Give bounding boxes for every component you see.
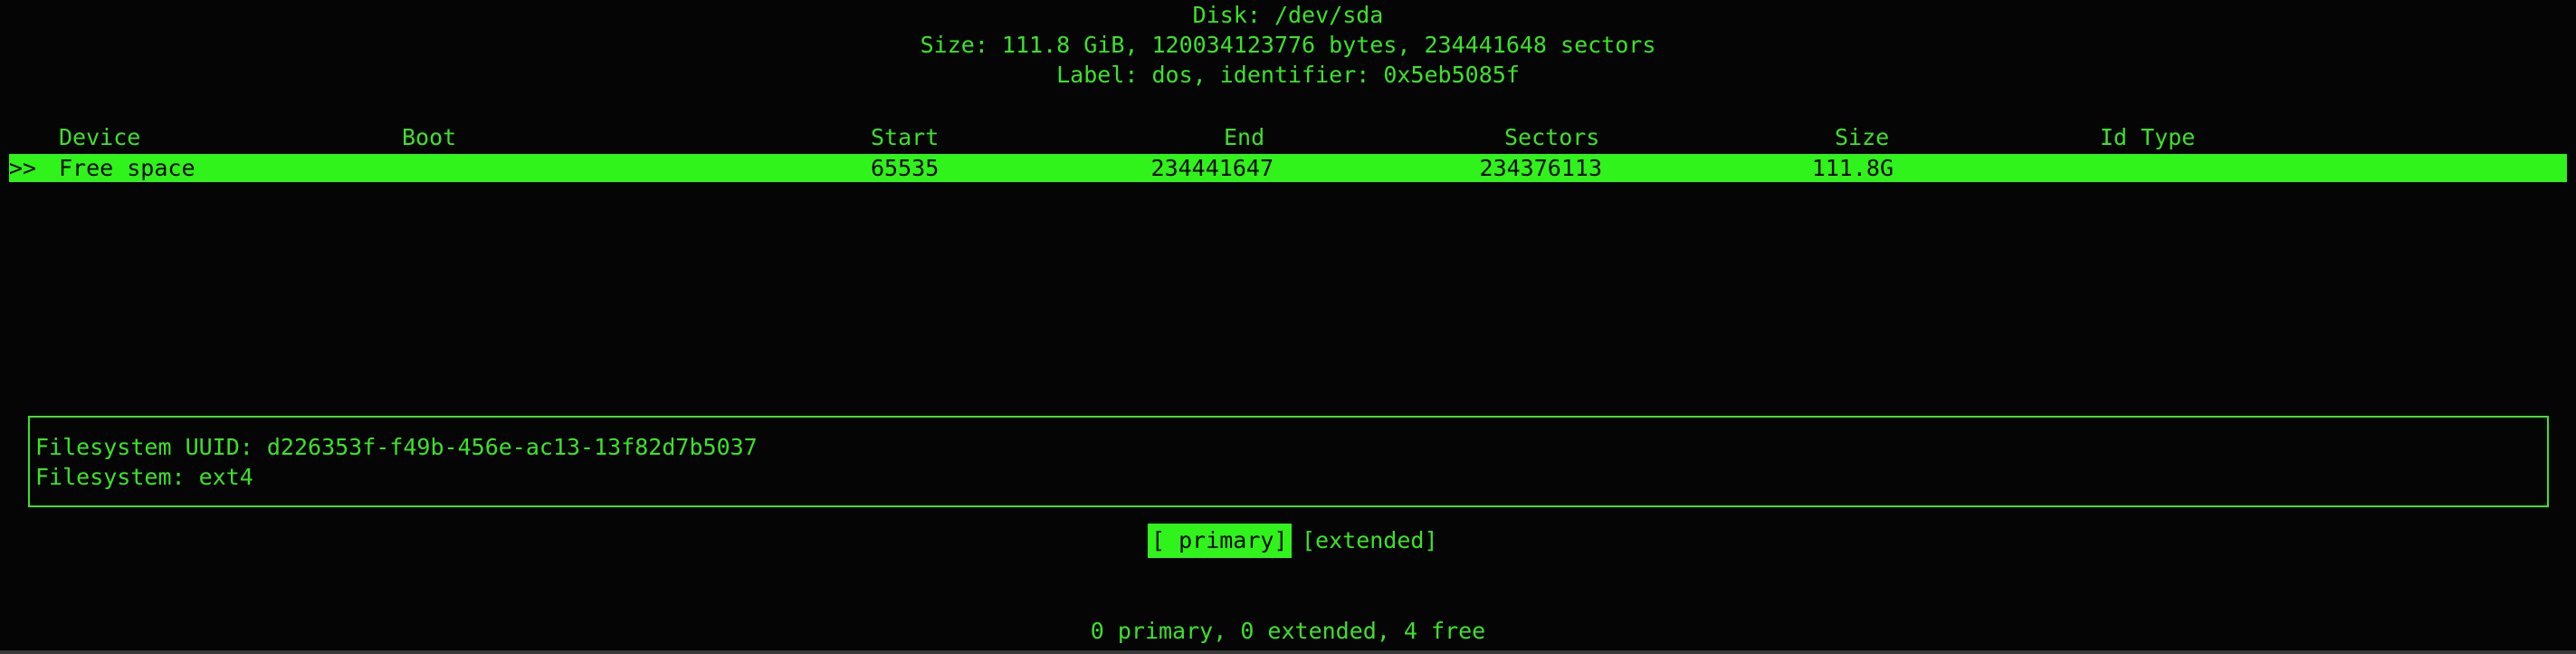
row-size: 111.8G bbox=[1811, 155, 1894, 181]
filesystem-info-panel: Filesystem UUID: d226353f-f49b-456e-ac13… bbox=[28, 416, 2549, 507]
disk-label-info: Label: dos, identifier: 0x5eb5085f bbox=[1056, 62, 1520, 88]
extended-button[interactable]: [extended] bbox=[1300, 525, 1440, 556]
column-start: Start bbox=[871, 124, 940, 150]
partition-row-free-space[interactable]: >> Free space 65535 234441647 234376113 … bbox=[9, 154, 2567, 182]
row-sectors: 234376113 bbox=[1479, 155, 1602, 181]
window-bottom-edge bbox=[0, 650, 2576, 654]
column-sectors: Sectors bbox=[1504, 124, 1600, 150]
filesystem-uuid: Filesystem UUID: d226353f-f49b-456e-ac13… bbox=[35, 434, 758, 460]
column-device: Device bbox=[59, 124, 141, 150]
partition-table-header: Device Boot Start End Sectors Size Id Ty… bbox=[0, 124, 2576, 151]
primary-button[interactable]: [ primary] bbox=[1148, 524, 1292, 558]
filesystem-type: Filesystem: ext4 bbox=[35, 464, 253, 490]
disk-size-info: Size: 111.8 GiB, 120034123776 bytes, 234… bbox=[920, 32, 1656, 58]
column-end: End bbox=[1224, 124, 1265, 150]
column-size: Size bbox=[1835, 124, 1890, 150]
column-id-type: Id Type bbox=[2100, 124, 2196, 150]
row-device: Free space bbox=[59, 155, 196, 181]
disk-title: Disk: /dev/sda bbox=[1192, 2, 1384, 28]
partition-status: 0 primary, 0 extended, 4 free bbox=[1090, 618, 1486, 644]
row-start: 65535 bbox=[871, 155, 940, 181]
column-boot: Boot bbox=[402, 124, 457, 150]
row-end: 234441647 bbox=[1150, 155, 1274, 181]
selection-marker: >> bbox=[9, 155, 37, 181]
